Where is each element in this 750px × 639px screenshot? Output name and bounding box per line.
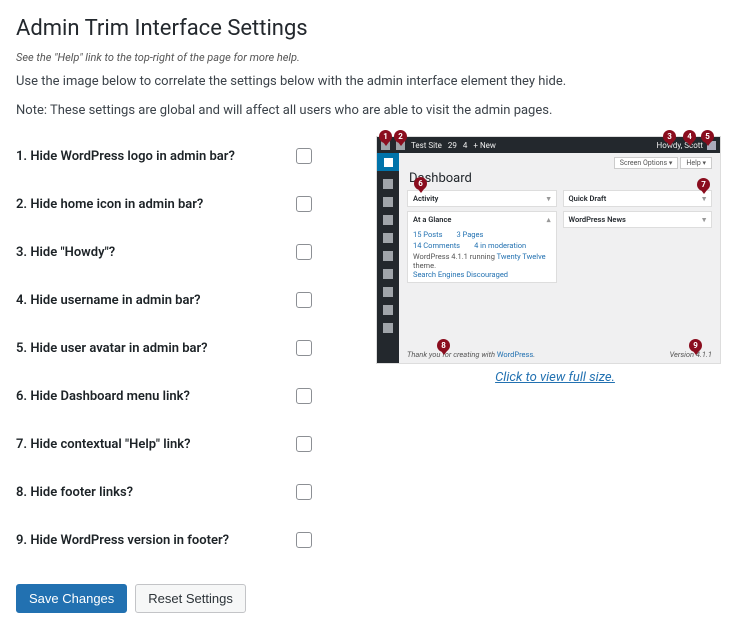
ss-glance-mod: 4 in moderation <box>474 241 526 250</box>
setting-checkbox-7[interactable] <box>296 436 312 452</box>
save-button[interactable]: Save Changes <box>16 584 127 613</box>
screenshot-column: 1 2 3 4 5 6 7 8 9 Test Site 29 4 + New <box>376 132 734 385</box>
ss-quickdraft-title: Quick Draft <box>569 194 607 203</box>
setting-label-4: 4. Hide username in admin bar? <box>16 293 296 308</box>
setting-checkbox-2[interactable] <box>296 196 312 212</box>
ss-comments: 29 <box>448 141 457 150</box>
ss-help-tab: Help ▾ <box>680 157 712 169</box>
menu-icon <box>383 215 393 225</box>
ss-glance-title: At a Glance <box>413 215 451 224</box>
setting-checkbox-1[interactable] <box>296 148 312 164</box>
marker-6: 6 <box>414 177 427 190</box>
setting-label-6: 6. Hide Dashboard menu link? <box>16 389 296 404</box>
marker-5: 5 <box>701 130 714 143</box>
ss-screen-options-tab: Screen Options ▾ <box>614 157 679 169</box>
ss-theme-link: Twenty Twelve <box>497 252 546 261</box>
menu-icon <box>383 251 393 261</box>
marker-8: 8 <box>437 339 450 352</box>
ss-se-discouraged: Search Engines Discouraged <box>413 270 508 279</box>
marker-7: 7 <box>697 178 710 191</box>
chevron-up-icon: ▴ <box>547 215 551 224</box>
setting-label-5: 5. Hide user avatar in admin bar? <box>16 341 296 356</box>
ss-updates: 4 <box>463 141 468 150</box>
setting-checkbox-8[interactable] <box>296 484 312 500</box>
setting-label-2: 2. Hide home icon in admin bar? <box>16 197 296 212</box>
help-hint: See the "Help" link to the top-right of … <box>16 51 734 64</box>
correlation-screenshot: 1 2 3 4 5 6 7 8 9 Test Site 29 4 + New <box>376 136 721 364</box>
menu-icon <box>383 269 393 279</box>
ss-footer-left-post: . <box>533 350 535 359</box>
view-full-size-link[interactable]: Click to view full size. <box>495 370 615 385</box>
ss-glance-comments: 14 Comments <box>413 241 460 250</box>
ss-theme-post: theme. <box>413 261 436 270</box>
menu-icon <box>383 323 393 333</box>
ss-wpnews-title: WordPress News <box>569 215 626 224</box>
chevron-down-icon: ▾ <box>702 215 706 224</box>
ss-sidebar <box>377 153 399 363</box>
menu-icon <box>383 233 393 243</box>
setting-checkbox-5[interactable] <box>296 340 312 356</box>
menu-icon <box>383 179 393 189</box>
settings-column: 1. Hide WordPress logo in admin bar? 2. … <box>16 132 356 613</box>
intro-global-note: Note: These settings are global and will… <box>16 103 734 118</box>
intro-correlate: Use the image below to correlate the set… <box>16 74 734 89</box>
ss-glance-pages: 3 Pages <box>456 230 483 239</box>
ss-footer-left-pre: Thank you for creating with <box>407 350 497 359</box>
ss-glance-posts: 15 Posts <box>413 230 442 239</box>
ss-heading: Dashboard <box>409 171 712 186</box>
ss-site-name: Test Site <box>411 141 442 150</box>
reset-button[interactable]: Reset Settings <box>135 584 246 613</box>
setting-label-1: 1. Hide WordPress logo in admin bar? <box>16 149 296 164</box>
ss-greeting: Howdy, Scott <box>657 141 703 150</box>
ss-content: Screen Options ▾ Help ▾ Dashboard Activi… <box>399 153 720 363</box>
menu-icon <box>383 287 393 297</box>
marker-4: 4 <box>683 130 696 143</box>
marker-3: 3 <box>663 130 676 143</box>
setting-checkbox-4[interactable] <box>296 292 312 308</box>
ss-activity-title: Activity <box>413 194 438 203</box>
menu-icon <box>383 197 393 207</box>
chevron-down-icon: ▾ <box>702 194 706 203</box>
ss-new: + New <box>473 141 495 150</box>
setting-checkbox-3[interactable] <box>296 244 312 260</box>
ss-footer-left-link: WordPress <box>497 350 533 359</box>
setting-label-7: 7. Hide contextual "Help" link? <box>16 437 296 452</box>
ss-theme-pre: WordPress 4.1.1 running <box>413 252 497 261</box>
setting-label-9: 9. Hide WordPress version in footer? <box>16 533 296 548</box>
marker-2: 2 <box>394 130 407 143</box>
setting-label-8: 8. Hide footer links? <box>16 485 296 500</box>
setting-checkbox-6[interactable] <box>296 388 312 404</box>
chevron-down-icon: ▾ <box>547 194 551 203</box>
dashboard-icon <box>377 153 399 171</box>
marker-9: 9 <box>689 339 702 352</box>
marker-1: 1 <box>379 130 392 143</box>
setting-label-3: 3. Hide "Howdy"? <box>16 245 296 260</box>
setting-checkbox-9[interactable] <box>296 532 312 548</box>
menu-icon <box>383 305 393 315</box>
ss-footer-right: Version 4.1.1 <box>670 350 712 359</box>
page-title: Admin Trim Interface Settings <box>16 16 734 41</box>
